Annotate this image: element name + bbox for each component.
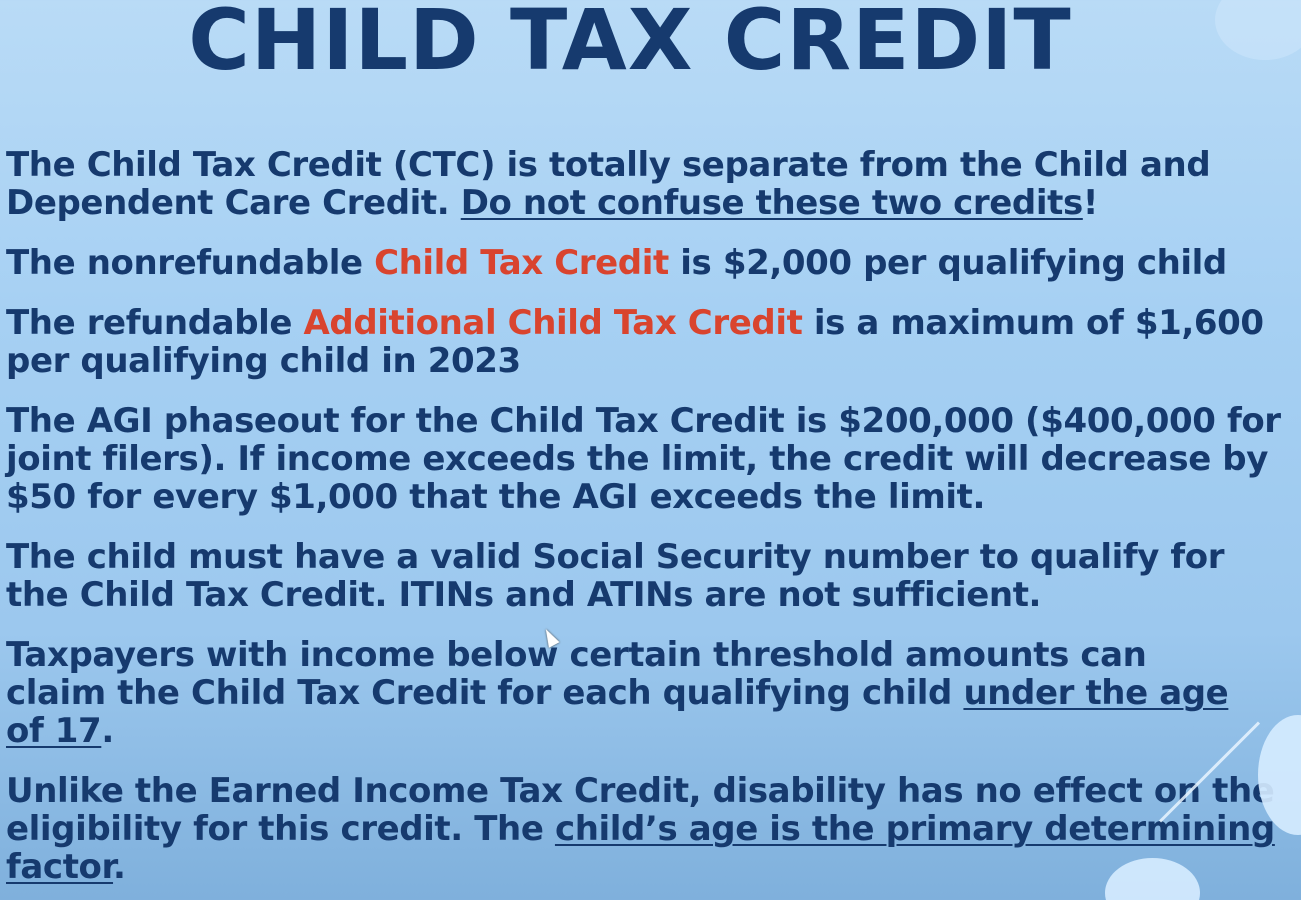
paragraph-refundable: The refundable Additional Child Tax Cred… (6, 304, 1296, 380)
text-line: The AGI phaseout for the Child Tax Credi… (6, 401, 1281, 441)
text-line: joint filers). If income exceeds the lim… (6, 439, 1269, 479)
paragraph-ssn-requirement: The child must have a valid Social Secur… (6, 538, 1296, 614)
text-line: Dependent Care Credit. (6, 183, 461, 223)
slide-body: The Child Tax Credit (CTC) is totally se… (6, 146, 1296, 900)
paragraph-age-limit: Taxpayers with income below certain thre… (6, 636, 1296, 750)
paragraph-agi-phaseout: The AGI phaseout for the Child Tax Credi… (6, 402, 1296, 516)
underlined-warning: Do not confuse these two credits (460, 183, 1083, 223)
text-fragment: is a maximum of $1,600 (802, 303, 1264, 343)
underlined-factor: factor (6, 847, 114, 887)
text-fragment: . (101, 711, 114, 751)
text-line: Unlike the Earned Income Tax Credit, dis… (6, 771, 1275, 811)
text-line: The Child Tax Credit (CTC) is totally se… (6, 145, 1211, 185)
paragraph-ctc-separate: The Child Tax Credit (CTC) is totally se… (6, 146, 1296, 222)
text-fragment: claim the Child Tax Credit for each qual… (6, 673, 964, 713)
text-fragment: eligibility for this credit. The (6, 809, 555, 849)
paragraph-disability: Unlike the Earned Income Tax Credit, dis… (6, 772, 1296, 886)
text-line: $50 for every $1,000 that the AGI exceed… (6, 477, 985, 517)
highlight-child-tax-credit: Child Tax Credit (374, 243, 669, 283)
text-line: the Child Tax Credit. ITINs and ATINs ar… (6, 575, 1042, 615)
slide-title: CHILD TAX CREDIT (188, 0, 1072, 89)
paragraph-nonrefundable: The nonrefundable Child Tax Credit is $2… (6, 244, 1296, 282)
underlined-age: under the age (963, 673, 1229, 713)
text-fragment: The refundable (6, 303, 304, 343)
text-fragment: is $2,000 per qualifying child (668, 243, 1227, 283)
highlight-additional-ctc: Additional Child Tax Credit (303, 303, 803, 343)
text-line: per qualifying child in 2023 (6, 341, 521, 381)
text-line: The child must have a valid Social Secur… (6, 537, 1225, 577)
text-fragment: . (113, 847, 126, 887)
slide: CHILD TAX CREDIT The Child Tax Credit (C… (0, 0, 1301, 900)
text-fragment: ! (1082, 183, 1099, 223)
underlined-age-cont: of 17 (6, 711, 102, 751)
text-line: Taxpayers with income below certain thre… (6, 635, 1147, 675)
text-fragment: The nonrefundable (6, 243, 375, 283)
